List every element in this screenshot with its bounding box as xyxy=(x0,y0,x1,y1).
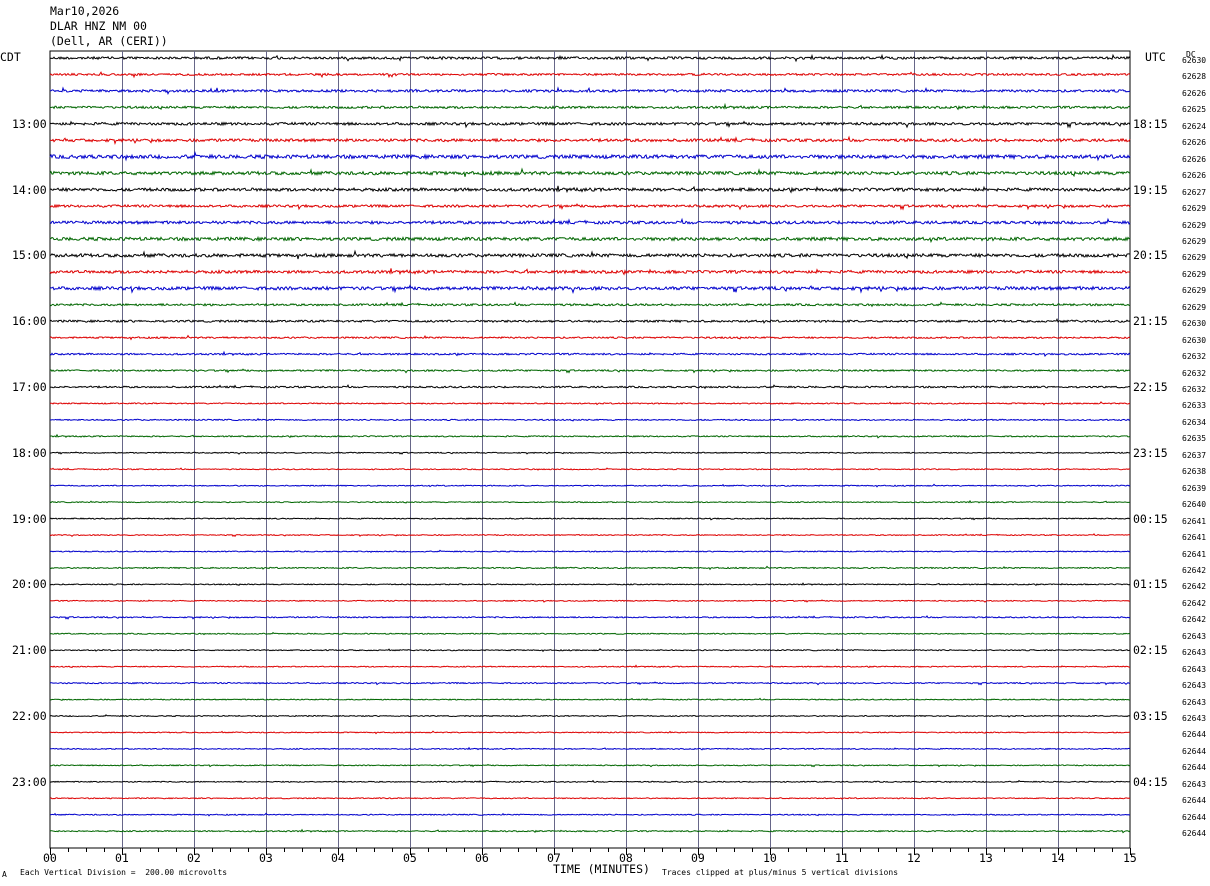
seismic-trace xyxy=(49,249,1131,260)
seismic-trace xyxy=(49,417,1131,422)
seismic-trace xyxy=(49,499,1131,504)
x-axis-title: TIME (MINUTES) xyxy=(553,862,650,876)
seismic-trace xyxy=(49,120,1131,129)
seismic-trace xyxy=(49,664,1130,669)
seismic-trace xyxy=(49,533,1131,538)
seismic-trace xyxy=(49,648,1131,653)
seismic-trace xyxy=(49,235,1131,244)
seismic-trace xyxy=(49,53,1131,63)
seismic-trace xyxy=(49,565,1131,571)
seismic-trace xyxy=(49,730,1131,735)
seismic-trace xyxy=(49,334,1131,341)
seismic-trace xyxy=(50,483,1131,488)
scale-note: Each Vertical Division = 200.00 microvol… xyxy=(20,868,228,877)
seismic-trace xyxy=(49,697,1131,702)
seismic-trace xyxy=(49,185,1131,194)
seismic-trace xyxy=(49,350,1131,357)
seismic-trace xyxy=(49,549,1131,554)
clip-note: Traces clipped at plus/minus 5 vertical … xyxy=(662,868,899,877)
seismic-trace xyxy=(49,812,1131,817)
seismic-trace xyxy=(49,102,1131,111)
seismic-trace xyxy=(49,217,1131,227)
plot-frame xyxy=(49,50,1131,849)
seismic-trace xyxy=(49,582,1131,586)
seismic-trace xyxy=(49,433,1131,439)
seismic-trace xyxy=(49,779,1130,784)
seismic-trace xyxy=(49,451,1131,455)
seismic-trace xyxy=(49,268,1131,276)
seismic-trace xyxy=(49,746,1131,751)
seismic-trace xyxy=(49,368,1131,374)
seismic-trace xyxy=(49,384,1131,390)
seismic-trace xyxy=(49,714,1131,718)
seismic-trace xyxy=(49,599,1131,603)
seismic-trace xyxy=(49,401,1131,406)
seismic-trace xyxy=(49,301,1131,308)
seismic-trace xyxy=(49,467,1131,471)
seismic-trace xyxy=(49,317,1131,324)
seismic-trace xyxy=(49,167,1131,178)
seismic-trace xyxy=(49,763,1131,768)
seismic-trace xyxy=(49,517,1131,521)
seismic-trace xyxy=(49,615,1131,620)
seismic-trace xyxy=(49,203,1131,211)
seismic-trace xyxy=(49,71,1131,79)
seismic-trace xyxy=(49,135,1131,146)
helicorder-plot xyxy=(49,50,1131,855)
seismic-trace xyxy=(49,681,1130,686)
seismic-trace xyxy=(49,284,1131,294)
seismic-trace xyxy=(49,150,1131,162)
seismic-trace xyxy=(49,631,1131,636)
seismic-trace xyxy=(49,86,1131,96)
corner-mark: A xyxy=(2,870,7,879)
seismic-trace xyxy=(49,828,1131,834)
seismic-trace xyxy=(49,797,1131,800)
